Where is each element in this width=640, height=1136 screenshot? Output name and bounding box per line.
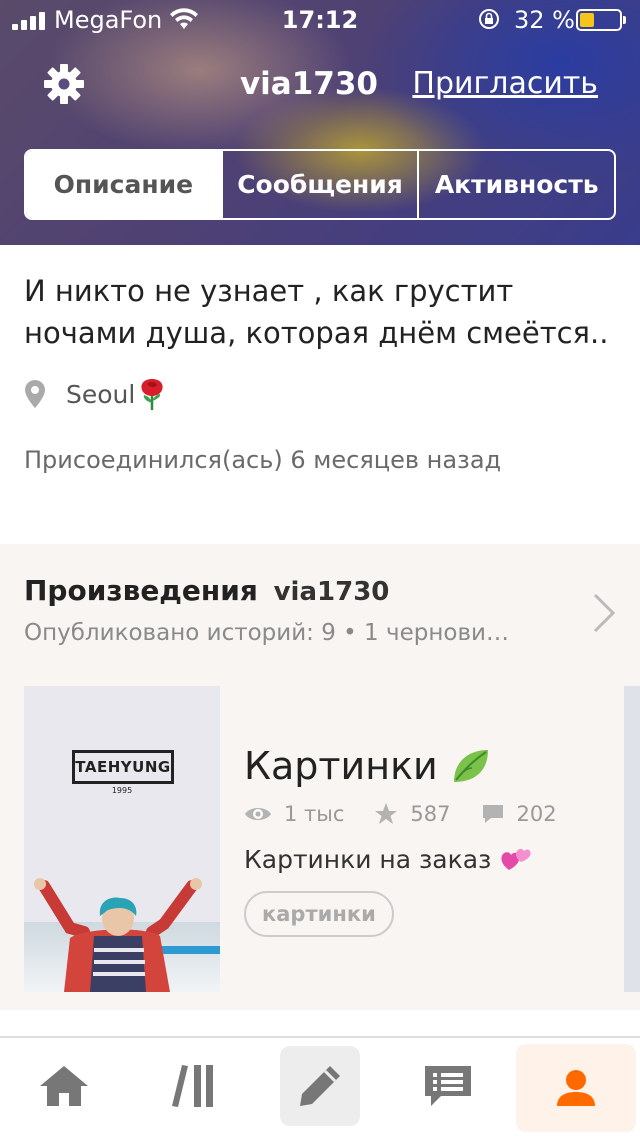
location-pin-icon bbox=[25, 380, 45, 408]
nav-home[interactable] bbox=[24, 1046, 104, 1126]
votes-count: 587 bbox=[410, 802, 451, 826]
location-text: Seoul bbox=[66, 379, 136, 409]
cover-label: TAEHYUNG bbox=[72, 750, 174, 784]
rose-icon bbox=[141, 379, 163, 410]
cover-year: 1995 bbox=[111, 786, 133, 795]
nav-profile[interactable] bbox=[516, 1044, 636, 1132]
tab-activity[interactable]: Активность bbox=[417, 151, 614, 218]
story-title: Картинки bbox=[244, 744, 438, 788]
pencil-icon bbox=[300, 1066, 340, 1106]
comments-count: 202 bbox=[516, 802, 557, 826]
works-title: Произведения bbox=[24, 574, 258, 607]
profile-tabs: Описание Сообщения Активность bbox=[24, 149, 616, 220]
profile-location: Seoul bbox=[24, 376, 167, 412]
bottom-navigation bbox=[0, 1036, 640, 1136]
works-section: Произведения via1730 Опубликовано истори… bbox=[0, 544, 640, 1010]
comment-icon bbox=[482, 805, 503, 823]
invite-link[interactable]: Пригласить bbox=[412, 66, 598, 101]
rotation-lock-icon bbox=[479, 9, 499, 29]
story-title-row[interactable]: Картинки bbox=[244, 744, 492, 788]
story-stats: 1 тыс 587 202 bbox=[244, 802, 587, 826]
tab-description[interactable]: Описание bbox=[26, 151, 221, 218]
battery-icon bbox=[576, 9, 626, 31]
profile-bio: И никто не узнает , как грустит ночами д… bbox=[24, 274, 609, 350]
messages-icon bbox=[425, 1066, 471, 1106]
joined-date: Присоединился(ась) 6 месяцев назад bbox=[24, 446, 502, 474]
votes-stat: 587 bbox=[374, 802, 451, 826]
chevron-right-icon[interactable] bbox=[592, 592, 616, 634]
nav-write[interactable] bbox=[280, 1046, 360, 1126]
star-icon bbox=[375, 803, 398, 824]
views-stat: 1 тыс bbox=[244, 802, 344, 826]
nav-library[interactable] bbox=[152, 1046, 232, 1126]
nav-messages[interactable] bbox=[408, 1046, 488, 1126]
story-cover[interactable]: TAEHYUNG 1995 bbox=[24, 686, 220, 992]
works-summary: Опубликовано историй: 9 • 1 чернови… bbox=[24, 620, 509, 646]
comments-stat: 202 bbox=[481, 802, 557, 826]
library-icon bbox=[172, 1065, 213, 1107]
status-bar: MegaFon 17:12 32 % bbox=[0, 0, 640, 40]
story-tag[interactable]: картинки bbox=[244, 891, 394, 937]
story-description: Картинки на заказ bbox=[244, 844, 492, 874]
profile-icon bbox=[557, 1070, 595, 1106]
home-icon bbox=[40, 1066, 88, 1106]
cover-person-image bbox=[34, 878, 202, 992]
views-count: 1 тыс bbox=[284, 802, 345, 826]
battery-percent: 32 % bbox=[514, 6, 575, 34]
eye-icon bbox=[245, 808, 271, 820]
hearts-icon bbox=[501, 848, 531, 870]
works-heading[interactable]: Произведения via1730 bbox=[24, 574, 389, 607]
next-story-cover[interactable] bbox=[624, 686, 640, 992]
works-username: via1730 bbox=[273, 577, 390, 607]
leaf-icon bbox=[453, 750, 488, 782]
story-description-row: Картинки на заказ bbox=[244, 844, 533, 874]
tab-messages[interactable]: Сообщения bbox=[220, 151, 418, 218]
